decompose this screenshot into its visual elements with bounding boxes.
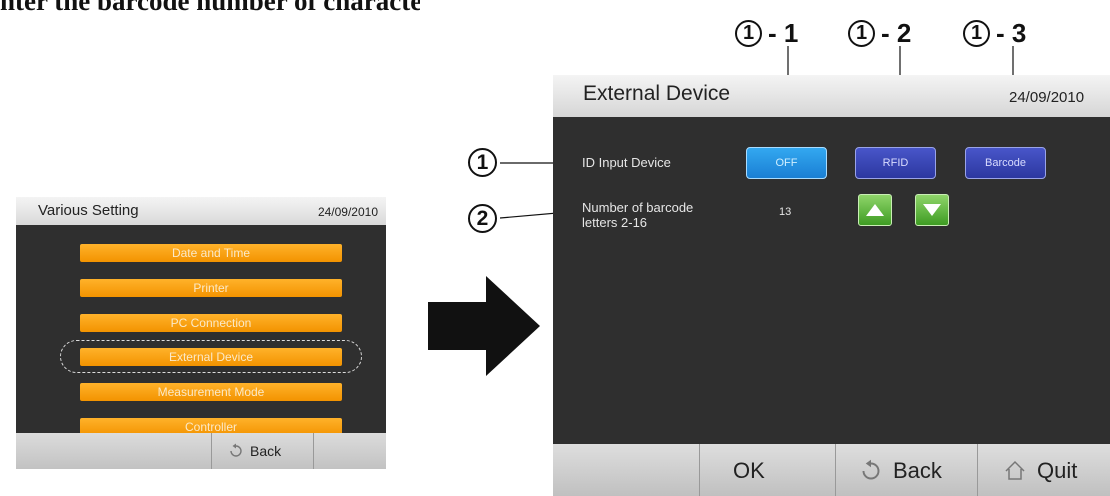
barcode-label-line1: Number of barcode (582, 200, 694, 215)
title-bar: Various Setting 24/09/2010 (16, 197, 386, 225)
decrement-button[interactable] (915, 194, 949, 226)
instruction-heading: nter the barcode number of characters. (0, 0, 420, 16)
arrow-down-icon (923, 204, 941, 216)
arrow-up-icon (866, 204, 884, 216)
back-button[interactable]: Back (228, 443, 281, 459)
callout-1: 1 (468, 148, 503, 177)
callout-suffix: - 1 (768, 18, 799, 48)
device-rfid-button[interactable]: RFID (855, 147, 936, 179)
circled-number: 1 (468, 148, 497, 177)
menu-printer-button[interactable]: Printer (80, 279, 342, 297)
screen-title: External Device (583, 82, 731, 105)
back-label: Back (250, 443, 282, 459)
menu-date-and-time-button[interactable]: Date and Time (80, 244, 342, 262)
circled-number: 1 (848, 20, 875, 47)
ok-button[interactable]: OK (733, 458, 765, 484)
menu-pc-connection-button[interactable]: PC Connection (80, 314, 342, 332)
callout-suffix: - 2 (881, 18, 912, 48)
external-device-screen: External Device 24/09/2010 ID Input Devi… (553, 75, 1110, 496)
menu-external-device-button[interactable]: External Device (80, 348, 342, 366)
barcode-letters-label: Number of barcode letters 2-16 (582, 200, 693, 230)
screen-date: 24/09/2010 (317, 205, 378, 219)
ok-label: OK (733, 458, 765, 483)
screen-date: 24/09/2010 (1009, 89, 1085, 106)
callout-2: 2 (468, 204, 503, 233)
quit-button[interactable]: Quit (1003, 458, 1077, 484)
home-icon (1005, 460, 1025, 480)
various-setting-screen: Various Setting 24/09/2010 Date and Time… (16, 197, 386, 469)
callout-1-1: 1 - 1 (735, 18, 798, 49)
divider (211, 433, 212, 469)
divider (313, 433, 314, 469)
id-input-device-label: ID Input Device (582, 155, 671, 170)
barcode-label-line2: letters 2-16 (582, 215, 648, 230)
divider (977, 444, 978, 496)
back-icon (230, 443, 242, 457)
back-button[interactable]: Back (859, 458, 942, 484)
callout-1-3: 1 - 3 (963, 18, 1026, 49)
back-icon (862, 459, 880, 480)
divider (835, 444, 836, 496)
callout-suffix: - 3 (996, 18, 1027, 48)
device-off-button[interactable]: OFF (746, 147, 827, 179)
back-label: Back (893, 458, 942, 483)
menu-measurement-mode-button[interactable]: Measurement Mode (80, 383, 342, 401)
quit-label: Quit (1037, 458, 1078, 483)
screen-title: Various Setting (38, 202, 139, 219)
circled-number: 1 (963, 20, 990, 47)
right-arrow-icon (428, 276, 540, 376)
bottom-bar: OK Back Quit (553, 444, 1110, 496)
increment-button[interactable] (858, 194, 892, 226)
divider (699, 444, 700, 496)
bottom-bar: Back (16, 433, 386, 469)
title-bar: External Device 24/09/2010 (553, 75, 1110, 117)
circled-number: 1 (735, 20, 762, 47)
device-barcode-button[interactable]: Barcode (965, 147, 1046, 179)
circled-number: 2 (468, 204, 497, 233)
barcode-count-value: 13 (779, 206, 792, 218)
callout-1-2: 1 - 2 (848, 18, 911, 49)
